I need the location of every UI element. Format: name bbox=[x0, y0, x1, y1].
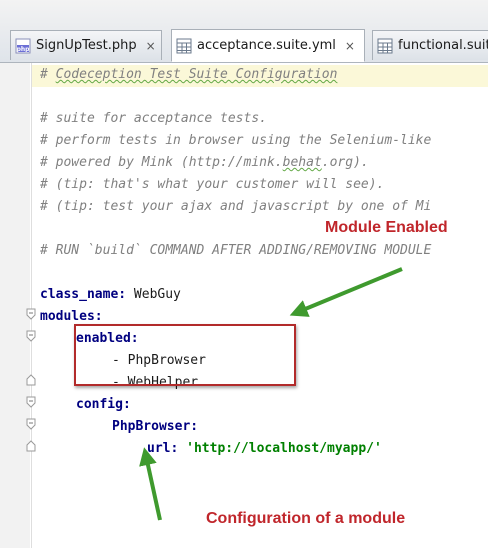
annotation-arrows bbox=[139, 267, 403, 521]
arrow-to-enabled bbox=[289, 267, 403, 317]
arrow-to-url bbox=[139, 447, 162, 521]
